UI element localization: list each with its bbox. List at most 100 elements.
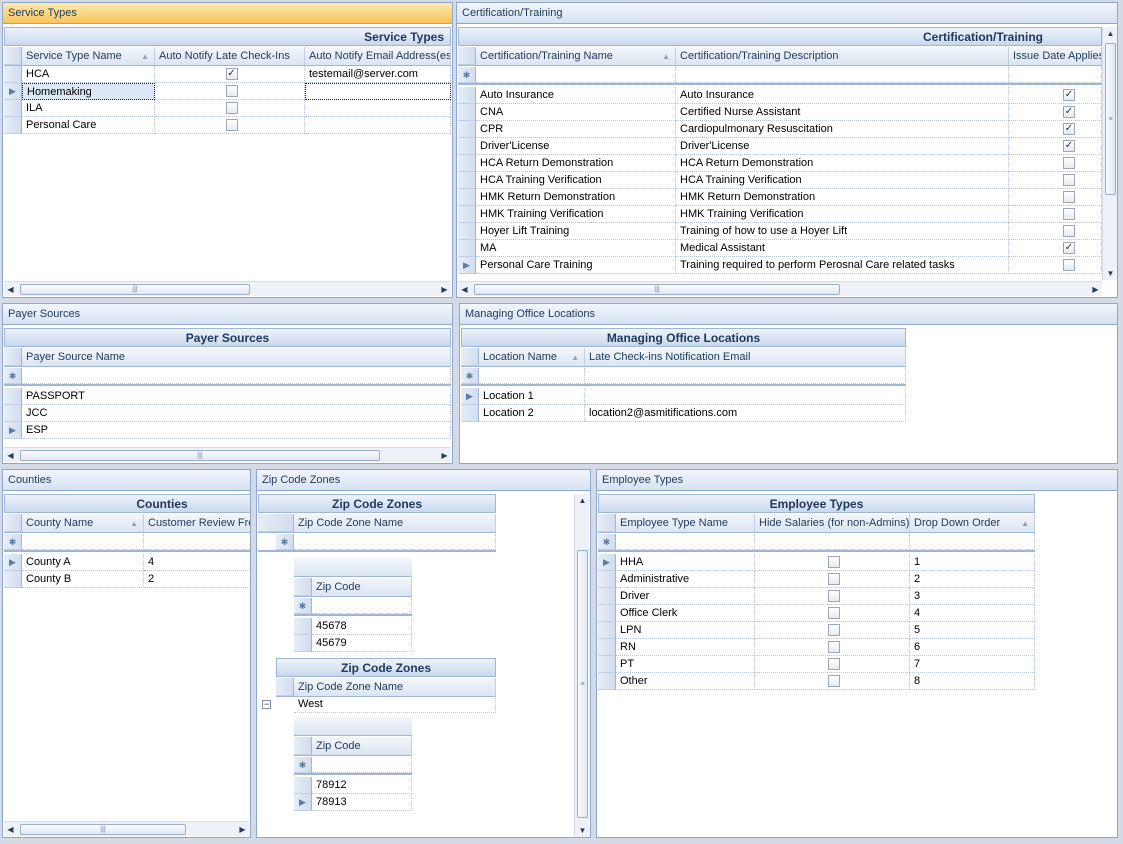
cell-issue-date[interactable] [1009, 257, 1102, 274]
row-indicator[interactable] [4, 100, 22, 117]
scroll-up-icon[interactable]: ▲ [575, 494, 590, 507]
table-row[interactable]: HCA ✓ testemail@server.com [4, 66, 451, 83]
table-row[interactable]: CPR Cardiopulmonary Resuscitation ✓ [458, 121, 1102, 138]
table-row[interactable]: ▶ HHA 1 [598, 554, 1035, 571]
table-row[interactable]: Driver'License Driver'License ✓ [458, 138, 1102, 155]
collapse-icon[interactable]: − [262, 700, 271, 709]
cell-zip-code[interactable]: 45679 [312, 635, 412, 652]
new-cell[interactable] [294, 534, 496, 550]
cell-zip-zone-name[interactable]: West [294, 696, 496, 713]
checkbox-unchecked[interactable] [1063, 157, 1075, 169]
checkbox-unchecked[interactable] [225, 119, 238, 131]
scroll-down-icon[interactable]: ▼ [575, 824, 590, 837]
cell-cert-name[interactable]: HMK Training Verification [476, 206, 676, 223]
cell-cert-desc[interactable]: HMK Return Demonstration [676, 189, 1009, 206]
horizontal-scrollbar[interactable]: ◀ ||| ▶ [4, 821, 249, 836]
current-row-arrow-icon[interactable]: ▶ [4, 83, 22, 100]
cell-hide-salaries[interactable] [755, 639, 910, 656]
cell-cert-name[interactable]: CNA [476, 104, 676, 121]
cell-email[interactable] [305, 117, 451, 134]
cell-issue-date[interactable] [1009, 223, 1102, 240]
scroll-thumb[interactable]: ||| [20, 284, 250, 295]
checkbox-checked[interactable]: ✓ [1063, 242, 1075, 254]
new-cell[interactable] [755, 534, 910, 550]
checkbox-checked[interactable]: ✓ [1063, 106, 1075, 118]
cell-payer-source-name[interactable]: JCC [22, 405, 451, 422]
cell-hide-salaries[interactable] [755, 605, 910, 622]
cell-employee-type-name[interactable]: RN [616, 639, 755, 656]
row-indicator[interactable] [461, 405, 479, 422]
row-indicator[interactable] [458, 223, 476, 240]
new-cell[interactable] [312, 598, 412, 614]
vertical-scrollbar[interactable]: ▲ ≡ ▼ [1102, 27, 1117, 280]
table-row[interactable]: Location 2 location2@asmitifications.com [461, 405, 906, 422]
cell-cert-desc[interactable]: HMK Training Verification [676, 206, 1009, 223]
vertical-scrollbar[interactable]: ▲ ≡ ▼ [574, 494, 589, 837]
scroll-left-icon[interactable]: ◀ [4, 822, 17, 837]
table-row[interactable]: 45678 [294, 618, 412, 635]
table-row[interactable]: HMK Return Demonstration HMK Return Demon… [458, 189, 1102, 206]
checkbox-unchecked[interactable] [828, 641, 840, 653]
new-cell[interactable] [676, 67, 1009, 83]
cell-cert-name[interactable]: Hoyer Lift Training [476, 223, 676, 240]
cell-service-type-name[interactable]: ILA [22, 100, 155, 117]
cell-zip-code[interactable]: 45678 [312, 618, 412, 635]
checkbox-unchecked[interactable] [828, 658, 840, 670]
row-indicator[interactable] [458, 240, 476, 257]
column-header-payer-source-name[interactable]: Payer Source Name [22, 348, 451, 366]
checkbox-checked[interactable]: ✓ [1063, 89, 1075, 101]
cell-drop-down-order[interactable]: 6 [910, 639, 1035, 656]
new-row[interactable]: ✱ [4, 534, 250, 552]
checkbox-checked[interactable]: ✓ [1063, 123, 1075, 135]
new-row-icon[interactable]: ✱ [458, 67, 476, 83]
cell-email[interactable] [305, 83, 451, 100]
new-cell[interactable] [910, 534, 1035, 550]
cell-service-type-name[interactable]: HCA [22, 66, 155, 83]
row-indicator[interactable] [4, 388, 22, 405]
row-indicator[interactable] [598, 622, 616, 639]
cell-cert-desc[interactable]: Auto Insurance [676, 87, 1009, 104]
cell-notification-email[interactable] [585, 388, 906, 405]
cell-issue-date[interactable]: ✓ [1009, 104, 1102, 121]
table-row[interactable]: Hoyer Lift Training Training of how to us… [458, 223, 1102, 240]
scroll-thumb[interactable]: ||| [20, 824, 186, 835]
cell-cert-desc[interactable]: Training of how to use a Hoyer Lift [676, 223, 1009, 240]
checkbox-unchecked[interactable] [225, 85, 238, 97]
checkbox-unchecked[interactable] [1063, 259, 1075, 271]
new-row-icon[interactable]: ✱ [276, 534, 294, 550]
new-cell[interactable] [476, 67, 676, 83]
cell-payer-source-name[interactable]: ESP [22, 422, 451, 439]
horizontal-scrollbar[interactable]: ◀ ||| ▶ [4, 447, 451, 462]
scroll-right-icon[interactable]: ▶ [236, 822, 249, 837]
column-header-review-frequency[interactable]: Customer Review Fre [144, 514, 250, 532]
row-indicator[interactable] [598, 605, 616, 622]
table-row[interactable]: HCA Training Verification HCA Training Ve… [458, 172, 1102, 189]
new-row-icon[interactable]: ✱ [461, 368, 479, 384]
scroll-right-icon[interactable]: ▶ [438, 448, 451, 463]
cell-drop-down-order[interactable]: 4 [910, 605, 1035, 622]
column-header-zip-zone-name[interactable]: Zip Code Zone Name [294, 514, 496, 532]
new-row[interactable]: ✱ [294, 598, 412, 616]
row-indicator[interactable] [458, 172, 476, 189]
table-row[interactable]: LPN 5 [598, 622, 1035, 639]
current-row-arrow-icon[interactable]: ▶ [461, 388, 479, 405]
cell-location-name[interactable]: Location 2 [479, 405, 585, 422]
new-cell[interactable] [22, 368, 451, 384]
table-row[interactable]: 45679 [294, 635, 412, 652]
cell-employee-type-name[interactable]: LPN [616, 622, 755, 639]
cell-review-frequency[interactable]: 2 [144, 571, 250, 588]
scroll-thumb[interactable]: ||| [20, 450, 380, 461]
cell-cert-name[interactable]: HCA Return Demonstration [476, 155, 676, 172]
cell-issue-date[interactable]: ✓ [1009, 138, 1102, 155]
table-row[interactable]: PT 7 [598, 656, 1035, 673]
cell-drop-down-order[interactable]: 5 [910, 622, 1035, 639]
current-row-arrow-icon[interactable]: ▶ [4, 554, 22, 571]
table-row[interactable]: ▶ Personal Care Training Training required… [458, 257, 1102, 274]
column-header-zip-code[interactable]: Zip Code [312, 578, 412, 596]
cell-cert-name[interactable]: MA [476, 240, 676, 257]
new-row[interactable]: ✱ [294, 757, 412, 775]
row-indicator[interactable] [598, 588, 616, 605]
table-row[interactable]: JCC [4, 405, 451, 422]
cell-service-type-name[interactable]: Personal Care [22, 117, 155, 134]
row-indicator[interactable] [4, 405, 22, 422]
